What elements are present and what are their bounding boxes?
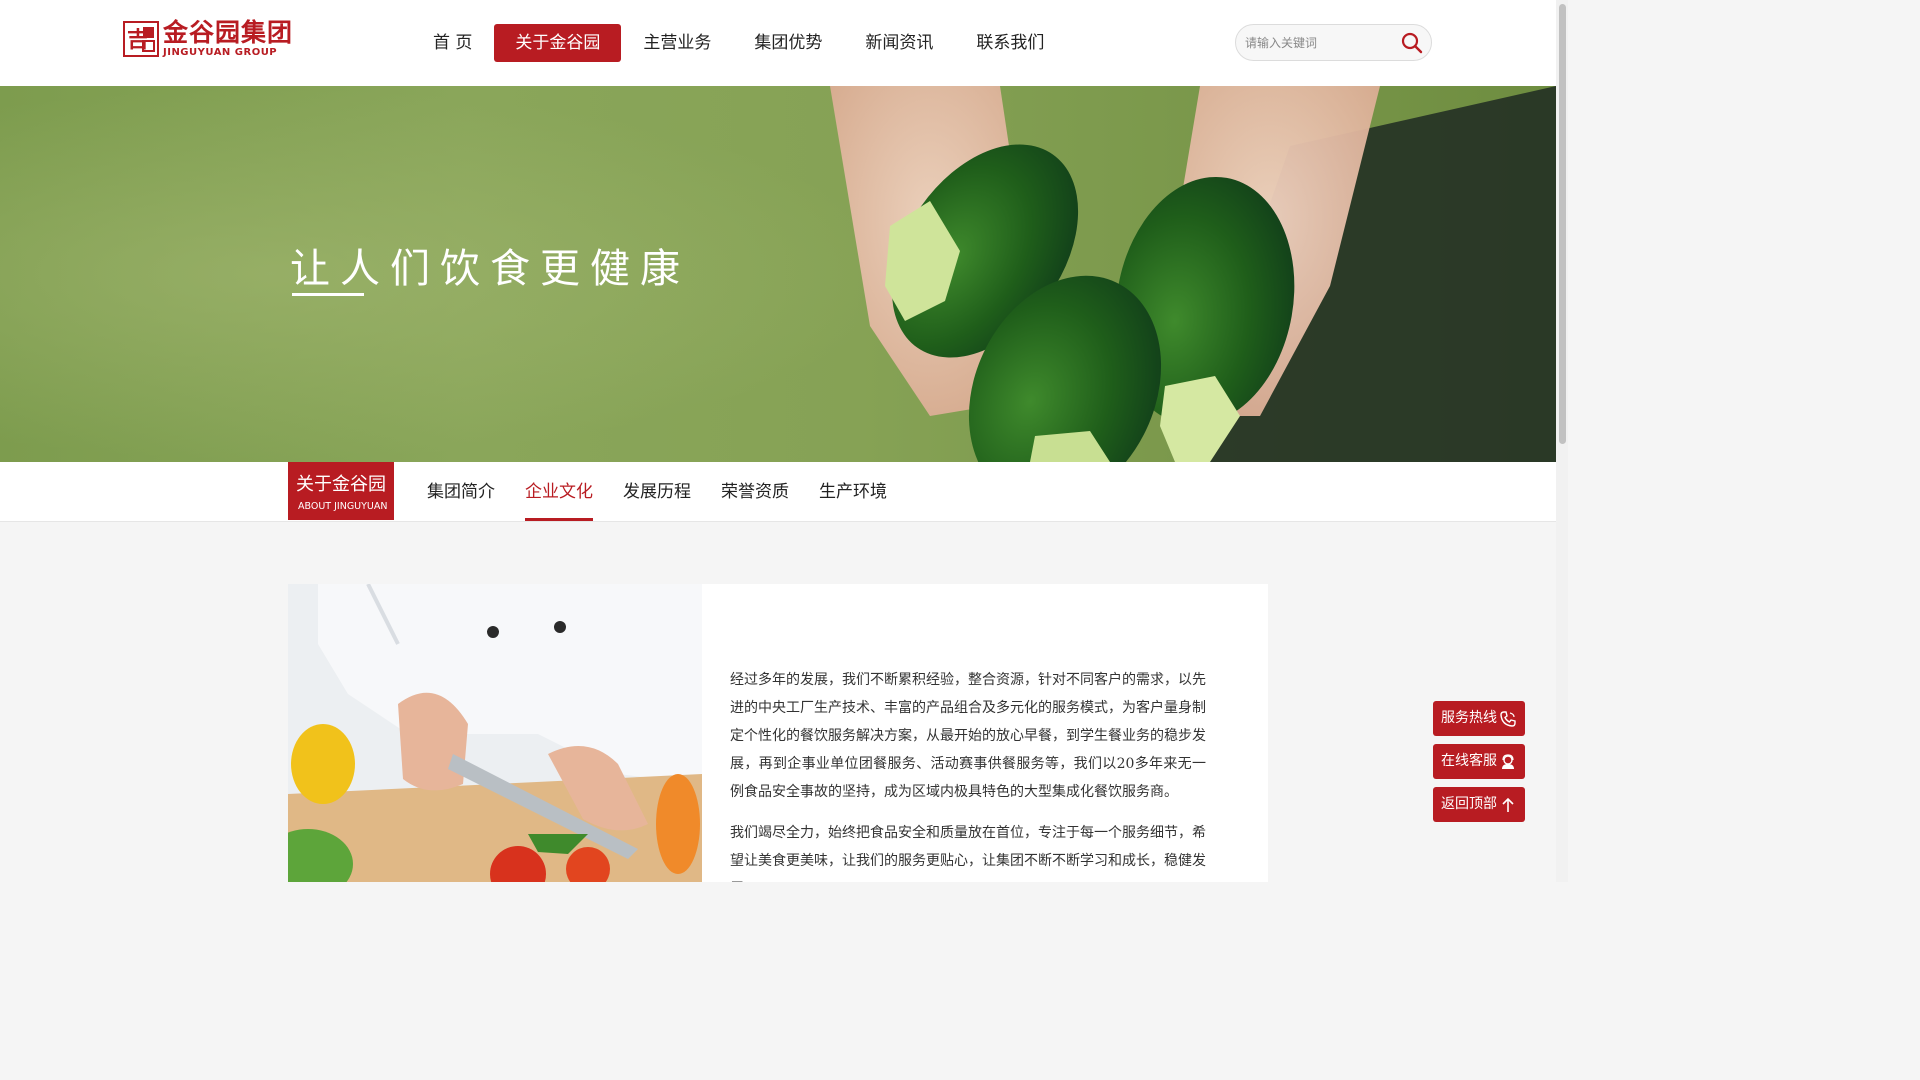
online-service-label: 在线客服 [1441, 753, 1497, 769]
site-header: 吉 金谷园集团 JINGUYUAN GROUP 首 页 关于金谷园 主营业务 集… [0, 0, 1556, 86]
banner-underline [292, 293, 364, 296]
back-to-top-label: 返回顶部 [1441, 796, 1497, 812]
banner-title: 让人们饮食更健康 [290, 246, 690, 292]
nav-item-contact[interactable]: 联系我们 [955, 24, 1065, 62]
search-input[interactable] [1245, 33, 1395, 53]
logo-name-en: JINGUYUAN GROUP [163, 47, 278, 58]
nav-item-about[interactable]: 关于金谷园 [494, 24, 622, 62]
nav-item-news[interactable]: 新闻资讯 [844, 24, 954, 62]
tab-corporate-culture[interactable]: 企业文化 [525, 462, 593, 521]
main-nav: 首 页 关于金谷园 主营业务 集团优势 新闻资讯 联系我们 [412, 24, 1066, 62]
search-box [1235, 24, 1432, 61]
search-icon[interactable] [1401, 32, 1423, 54]
service-hotline-label: 服务热线 [1441, 710, 1497, 726]
tab-production[interactable]: 生产环境 [819, 462, 887, 521]
scrollbar-thumb[interactable] [1559, 4, 1566, 444]
logo-name-cn: 金谷园集团 [163, 18, 294, 47]
zucchini-image [830, 86, 1556, 462]
hero-banner: 让人们饮食更健康 [0, 86, 1556, 462]
page: 吉 金谷园集团 JINGUYUAN GROUP 首 页 关于金谷园 主营业务 集… [0, 0, 1568, 882]
tab-honors[interactable]: 荣誉资质 [721, 462, 789, 521]
culture-paragraph-2: 我们竭尽全力，始终把食品安全和质量放在首位，专注于每一个服务细节，希望让美食更美… [730, 825, 1206, 882]
culture-paragraph-1: 经过多年的发展，我们不断累积经验，整合资源，针对不同客户的需求，以先进的中央工厂… [730, 672, 1206, 800]
nav-item-home[interactable]: 首 页 [412, 24, 493, 62]
tab-group-intro[interactable]: 集团简介 [427, 462, 495, 521]
tab-history[interactable]: 发展历程 [623, 462, 691, 521]
arrow-up-icon [1502, 797, 1514, 812]
logo[interactable]: 吉 金谷园集团 JINGUYUAN GROUP [123, 20, 293, 58]
sub-nav-items: 集团简介 企业文化 发展历程 荣誉资质 生产环境 [412, 462, 902, 521]
section-badge: 关于金谷园 ABOUT JINGUYUAN [288, 462, 394, 520]
culture-text: 经过多年的发展，我们不断累积经验，整合资源，针对不同客户的需求，以先进的中央工厂… [730, 666, 1206, 882]
service-hotline-button[interactable]: 服务热线 [1433, 701, 1525, 736]
online-service-button[interactable]: 在线客服 [1433, 744, 1525, 779]
section-badge-en: ABOUT JINGUYUAN [298, 501, 388, 512]
back-to-top-button[interactable]: 返回顶部 [1433, 787, 1525, 822]
logo-seal-icon: 吉 [123, 21, 159, 57]
floating-sidebar: 服务热线 在线客服 返回顶部 [1433, 701, 1525, 830]
nav-item-business[interactable]: 主营业务 [622, 24, 732, 62]
culture-card: 经过多年的发展，我们不断累积经验，整合资源，针对不同客户的需求，以先进的中央工厂… [288, 584, 1268, 882]
chef-cutting-image [288, 584, 702, 882]
nav-item-advantages[interactable]: 集团优势 [733, 24, 843, 62]
page-scrollbar[interactable] [1556, 0, 1568, 882]
section-badge-cn: 关于金谷园 [296, 474, 386, 495]
phone-icon [1500, 711, 1516, 727]
sub-nav: 关于金谷园 ABOUT JINGUYUAN 集团简介 企业文化 发展历程 荣誉资… [0, 462, 1556, 522]
customer-service-icon [1502, 754, 1514, 769]
